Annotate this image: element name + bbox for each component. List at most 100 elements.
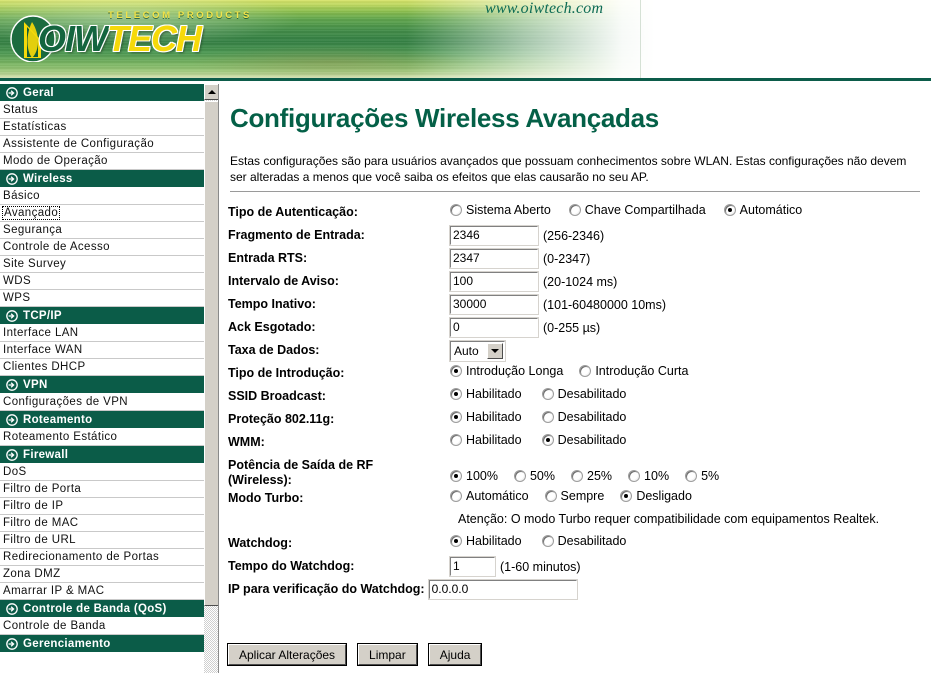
radio-button-icon[interactable] (541, 535, 554, 547)
sidebar-item-amarrar-ip-mac[interactable]: Amarrar IP & MAC (0, 583, 204, 600)
sidebar-item-label: Controle de Acesso (3, 241, 110, 253)
preamble-type-option-0[interactable]: Introdução Longa (450, 364, 563, 378)
radio-button-icon[interactable] (450, 204, 462, 216)
reset-button[interactable]: Limpar (357, 643, 418, 666)
preamble-type-label: Tipo de Introdução: (228, 366, 345, 380)
sidebar-group-3[interactable]: VPN (0, 376, 204, 394)
sidebar-item-interface-lan[interactable]: Interface LAN (0, 325, 204, 342)
turbo-mode-option-1[interactable]: Sempre (544, 489, 604, 503)
rf-output-power-option-0[interactable]: 100% (450, 469, 498, 483)
radio-button-icon[interactable] (544, 490, 557, 502)
inactivity-time-input[interactable]: 30000 (449, 294, 539, 315)
sidebar-item-roteamento-est-tico[interactable]: Roteamento Estático (0, 429, 204, 446)
sidebar-scroll-up-button[interactable] (204, 84, 218, 100)
radio-button-icon[interactable] (568, 204, 581, 216)
radio-button-icon[interactable] (541, 411, 554, 423)
sidebar-item-filtro-de-url[interactable]: Filtro de URL (0, 532, 204, 549)
sidebar-item-redirecionamento-de-portas[interactable]: Redirecionamento de Portas (0, 549, 204, 566)
rf-output-power-option-3[interactable]: 10% (628, 469, 669, 483)
sidebar-item-controle-de-acesso[interactable]: Controle de Acesso (0, 239, 204, 256)
radio-button-icon[interactable] (513, 470, 526, 482)
radio-button-icon[interactable] (628, 470, 641, 482)
turbo-mode-option-2[interactable]: Desligado (620, 489, 692, 503)
sidebar-item-seguran-a[interactable]: Segurança (0, 222, 204, 239)
help-button[interactable]: Ajuda (427, 643, 483, 666)
sidebar-item-site-survey[interactable]: Site Survey (0, 256, 204, 273)
radio-button-icon[interactable] (541, 434, 554, 446)
wmm-option-0[interactable]: Habilitado (450, 433, 522, 447)
sidebar-item-configura-es-de-vpn[interactable]: Configurações de VPN (0, 394, 204, 411)
radio-button-icon[interactable] (579, 365, 592, 377)
sidebar-item-wps[interactable]: WPS (0, 290, 204, 307)
ssid-broadcast-option-0[interactable]: Habilitado (450, 387, 522, 401)
sidebar-item-filtro-de-ip[interactable]: Filtro de IP (0, 498, 204, 515)
sidebar-item-filtro-de-mac[interactable]: Filtro de MAC (0, 515, 204, 532)
radio-button-icon[interactable] (450, 490, 462, 502)
sidebar: Geral Status Estatísticas Assistente de Con… (0, 84, 219, 673)
sidebar-group-5[interactable]: Firewall (0, 446, 204, 464)
watchdog-time-input[interactable]: 1 (449, 556, 496, 577)
radio-label: Desabilitado (557, 410, 627, 424)
sidebar-scrollbar-thumb[interactable] (204, 101, 218, 606)
sidebar-item-dos[interactable]: DoS (0, 464, 204, 481)
watchdog-option-0[interactable]: Habilitado (450, 534, 522, 548)
sidebar-item-modo-de-opera-o[interactable]: Modo de Operação (0, 153, 204, 170)
watchdog-option-1[interactable]: Desabilitado (541, 534, 626, 548)
radio-button-icon[interactable] (571, 470, 584, 482)
sidebar-item-avan-ado[interactable]: Avançado (0, 205, 204, 222)
radio-button-icon[interactable] (450, 434, 462, 446)
rf-output-power-option-1[interactable]: 50% (513, 469, 555, 483)
sidebar-group-7[interactable]: Gerenciamento (0, 635, 204, 653)
radio-button-icon[interactable] (723, 204, 736, 216)
radio-label: Habilitado (466, 410, 522, 424)
ack-timeout-input[interactable]: 0 (449, 317, 539, 338)
sidebar-group-4[interactable]: Roteamento (0, 411, 204, 429)
data-rate-select[interactable]: Auto (449, 340, 506, 362)
fragment-threshold-input[interactable]: 2346 (449, 225, 539, 246)
sidebar-item-zona-dmz[interactable]: Zona DMZ (0, 566, 204, 583)
ssid-broadcast-option-1[interactable]: Desabilitado (541, 387, 626, 401)
auth-type-option-1[interactable]: Chave Compartilhada (568, 203, 706, 217)
oiwtech-logo[interactable]: TELECOM PRODUCTS OIWTECH (8, 9, 249, 65)
radio-button-icon[interactable] (620, 490, 633, 502)
auth-type-option-2[interactable]: Automático (723, 203, 802, 217)
radio-button-icon[interactable] (450, 535, 462, 547)
beacon-interval-input[interactable]: 100 (449, 271, 539, 292)
wmm-option-1[interactable]: Desabilitado (541, 433, 626, 447)
radio-button-icon[interactable] (450, 388, 462, 400)
sidebar-group-6[interactable]: Controle de Banda (QoS) (0, 600, 204, 618)
chevron-down-icon[interactable] (487, 343, 503, 359)
row-fragment-threshold: Fragmento de Entrada: 2346 (256-2346) (228, 225, 928, 248)
sidebar-item-status[interactable]: Status (0, 102, 204, 119)
sidebar-group-0[interactable]: Geral (0, 84, 204, 102)
radio-button-icon[interactable] (450, 365, 462, 377)
sidebar-item-estat-sticas[interactable]: Estatísticas (0, 119, 204, 136)
rts-threshold-input[interactable]: 2347 (449, 248, 539, 269)
sidebar-group-1[interactable]: Wireless (0, 170, 204, 188)
sidebar-item-filtro-de-porta[interactable]: Filtro de Porta (0, 481, 204, 498)
auth-type-option-0[interactable]: Sistema Aberto (450, 203, 551, 217)
sidebar-item-assistente-de-configura-o[interactable]: Assistente de Configuração (0, 136, 204, 153)
turbo-mode-note: Atenção: O modo Turbo requer compatibili… (458, 512, 880, 526)
sidebar-item-b-sico[interactable]: Básico (0, 188, 204, 205)
sidebar-item-interface-wan[interactable]: Interface WAN (0, 342, 204, 359)
radio-label: Habilitado (466, 534, 522, 548)
protection-80211g-option-1[interactable]: Desabilitado (541, 410, 627, 424)
sidebar-group-2[interactable]: TCP/IP (0, 307, 204, 325)
sidebar-item-wds[interactable]: WDS (0, 273, 204, 290)
watchdog-ip-input[interactable]: 0.0.0.0 (427, 579, 578, 600)
radio-button-icon[interactable] (685, 470, 698, 482)
turbo-mode-option-0[interactable]: Automático (450, 489, 529, 503)
sidebar-item-clientes-dhcp[interactable]: Clientes DHCP (0, 359, 204, 376)
radio-button-icon[interactable] (450, 470, 462, 482)
page-title: Configurações Wireless Avançadas (230, 103, 659, 133)
rf-output-power-option-4[interactable]: 5% (685, 469, 719, 483)
rf-output-power-option-2[interactable]: 25% (571, 469, 612, 483)
radio-button-icon[interactable] (541, 388, 554, 400)
radio-button-icon[interactable] (450, 411, 462, 423)
row-inactivity-time: Tempo Inativo: 30000 (101-60480000 10ms) (228, 294, 928, 317)
preamble-type-option-1[interactable]: Introdução Curta (579, 364, 688, 378)
protection-80211g-option-0[interactable]: Habilitado (450, 410, 522, 424)
sidebar-item-controle-de-banda[interactable]: Controle de Banda (0, 618, 204, 635)
apply-changes-button[interactable]: Aplicar Alterações (226, 643, 348, 666)
